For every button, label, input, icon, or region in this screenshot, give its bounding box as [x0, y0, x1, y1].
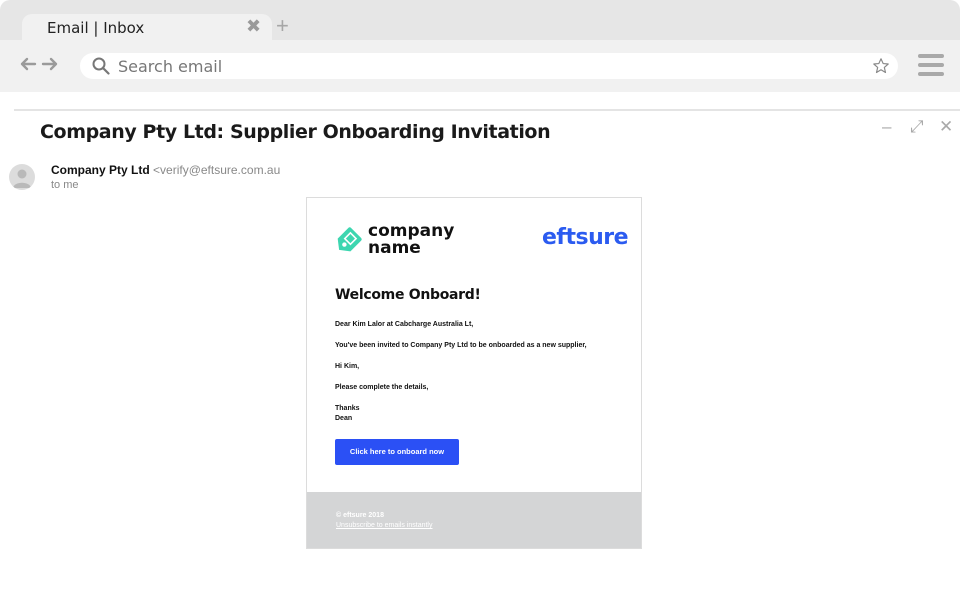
minimize-icon[interactable]: – [882, 118, 891, 136]
signature-line: Dean [335, 415, 353, 422]
forward-arrow-icon[interactable] [40, 54, 60, 74]
email-subject: Company Pty Ltd: Supplier Onboarding Inv… [40, 121, 551, 143]
search-input[interactable] [118, 55, 838, 77]
star-icon[interactable] [872, 57, 890, 75]
sender-name: Company Pty Ltd [51, 163, 150, 177]
tab-inbox[interactable]: Email | Inbox ✖ [22, 14, 272, 40]
search-icon[interactable] [92, 57, 110, 75]
tab-bar: Email | Inbox ✖ + [0, 0, 960, 40]
expand-icon[interactable]: ⤢ [910, 118, 924, 136]
close-icon[interactable]: ✕ [939, 118, 953, 136]
avatar-icon [9, 164, 35, 190]
invitation-line: You've been invited to Company Pty Ltd t… [335, 342, 587, 349]
sender-email: <verify@eftsure.com.au [153, 163, 281, 177]
email-body-card: company name eftsure Welcome Onboard! De… [306, 197, 642, 549]
tag-logo-icon [337, 227, 362, 252]
unsubscribe-link[interactable]: Unsubscribe to emails instantly [336, 522, 433, 529]
brand-logo: eftsure [542, 225, 629, 250]
signoff-line: Thanks [335, 405, 360, 412]
new-tab-icon[interactable]: + [276, 15, 289, 37]
logo-line-2: name [368, 238, 421, 258]
sender-info: Company Pty Ltd <verify@eftsure.com.au [51, 163, 280, 177]
onboard-button[interactable]: Click here to onboard now [335, 439, 459, 465]
tab-title: Email | Inbox [47, 19, 145, 37]
close-tab-icon[interactable]: ✖ [246, 16, 261, 36]
back-arrow-icon[interactable] [18, 54, 38, 74]
copyright-text: © eftsure 2018 [336, 512, 384, 519]
browser-toolbar [0, 40, 960, 92]
search-bar [80, 53, 898, 79]
salutation-line: Hi Kim, [335, 363, 360, 370]
welcome-heading: Welcome Onboard! [335, 287, 481, 303]
greeting-line: Dear Kim Lalor at Cabcharge Australia Lt… [335, 321, 474, 328]
recipient-label: to me [51, 179, 79, 191]
hamburger-menu-icon[interactable] [918, 54, 944, 78]
divider [14, 109, 960, 111]
request-line: Please complete the details, [335, 384, 429, 391]
company-logo-text: company name [368, 223, 454, 257]
email-footer: © eftsure 2018 Unsubscribe to emails ins… [307, 492, 641, 548]
